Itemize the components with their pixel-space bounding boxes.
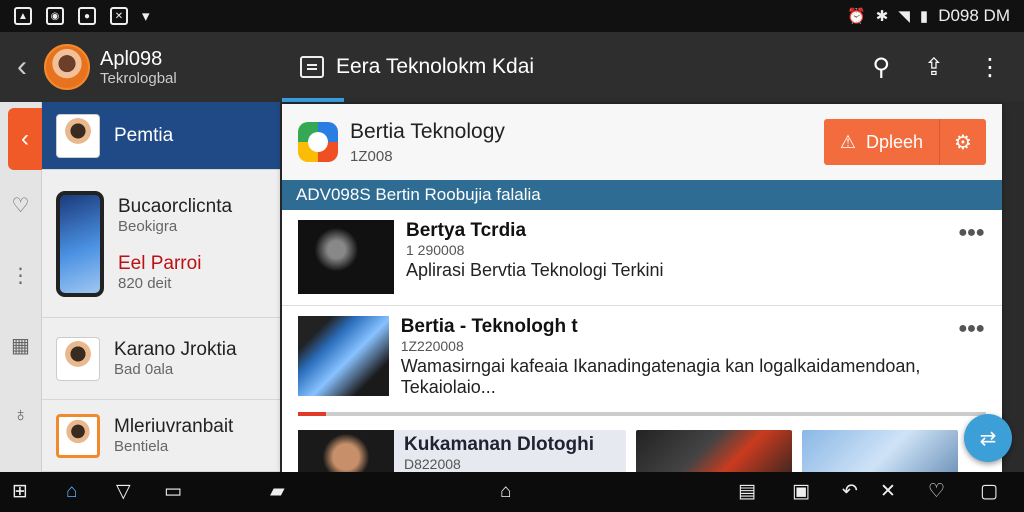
- wifi-icon: ◥: [898, 8, 910, 25]
- sidebar-item-label: Bucaorclicnta: [118, 195, 233, 217]
- signal-icon: ▮: [919, 8, 929, 25]
- phone-image: [56, 190, 104, 297]
- video-icon: ●: [78, 7, 96, 25]
- sidebar-item-extra-sub: 820 deit: [118, 274, 172, 292]
- card-image[interactable]: [636, 430, 792, 472]
- camera-icon[interactable]: ▰: [270, 480, 285, 504]
- back-icon[interactable]: ↶: [842, 480, 858, 504]
- swap-fab-button[interactable]: ⇄: [964, 414, 1012, 462]
- collapse-button[interactable]: ‹: [8, 108, 42, 170]
- avatar: [56, 336, 100, 381]
- settings-icon[interactable]: ⚙: [940, 130, 986, 155]
- heart-icon[interactable]: ♡: [0, 170, 41, 240]
- section-banner: ADV098S Bertin Roobujia falalia: [282, 180, 1002, 210]
- swap-icon: ⇄: [979, 427, 997, 450]
- pin-icon[interactable]: ♁: [0, 380, 41, 450]
- item-number: 1Z220008: [400, 338, 464, 354]
- more-vertical-icon[interactable]: ⋮: [978, 53, 1002, 82]
- progress-bar: [298, 412, 986, 416]
- sidebar-item-2[interactable]: Karano Jroktia Bad 0ala: [42, 318, 280, 400]
- app-header: Bertia Teknology 1Z008 ⚠ Dpleeh ⚙: [282, 104, 1002, 180]
- sidebar-item-subtitle: Bentiela: [114, 438, 169, 455]
- profile-name: Apl098: [100, 47, 163, 70]
- home-icon[interactable]: ⌂: [66, 480, 77, 504]
- sidebar-item-label: Mleriuvranbait: [114, 416, 234, 437]
- app-name: Bertia Teknology: [350, 119, 505, 143]
- app-logo-icon: [298, 122, 338, 162]
- chevron-left-icon: ‹: [21, 125, 29, 152]
- update-button[interactable]: ⚠ Dpleeh ⚙: [823, 119, 986, 165]
- photo-icon: ◉: [46, 7, 64, 25]
- item-title: Bertya Tcrdia: [406, 220, 527, 241]
- share-icon: ✕: [110, 7, 128, 25]
- side-strip: ‹ ♡ ⋮ ▦ ♁: [0, 102, 42, 472]
- profile[interactable]: Apl098 Tekrologbal: [44, 44, 282, 90]
- bluetooth-icon: ✱: [875, 8, 889, 25]
- square-icon[interactable]: ▢: [980, 480, 998, 504]
- sidebar-item-label: Karano Jroktia: [114, 339, 237, 360]
- title-tab[interactable]: Eera Teknolokm Kdai: [282, 32, 534, 102]
- tools-icon[interactable]: ✕: [880, 480, 896, 504]
- search-icon[interactable]: ⚲: [872, 53, 890, 82]
- sidebar-item-0[interactable]: Pemtia: [42, 102, 280, 170]
- more-vertical-icon[interactable]: ⋮: [0, 240, 41, 310]
- status-bar: ▲ ◉ ● ✕ ▾ ⏰ ✱ ◥ ▮ D098 DM: [0, 0, 1024, 32]
- item-description: Aplirasi Bervtia Teknologi Terkini: [406, 260, 664, 280]
- card-subtitle: D822008: [404, 456, 461, 472]
- sidebar-item-subtitle: Beokigra: [118, 217, 178, 235]
- sidebar-item-extra: Eel Parroi: [118, 252, 202, 274]
- sidebar-item-subtitle: Bad 0ala: [114, 361, 174, 378]
- message-icon: [300, 56, 324, 78]
- chevron-left-icon: ‹: [17, 50, 27, 83]
- update-label: Dpleeh: [865, 131, 923, 152]
- windows-icon[interactable]: ⊞: [12, 480, 28, 504]
- page-title: Eera Teknolokm Kdai: [336, 55, 535, 78]
- share-icon[interactable]: ⇪: [924, 53, 944, 82]
- navigation-bar: ⊞ ⌂ ▽ ▭ ▰ ⌂ ▤ ▣ ↶ ✕ ♡ ▢: [0, 472, 1024, 512]
- item-thumbnail: [298, 220, 394, 294]
- progress-fill: [298, 412, 326, 416]
- grid-icon[interactable]: ▦: [0, 310, 41, 380]
- card-title: Kukamanan Dlotoghi: [404, 434, 595, 455]
- profile-subtitle: Tekrologbal: [100, 69, 177, 87]
- sidebar-item-3[interactable]: Mleriuvranbait Bentiela: [42, 400, 280, 472]
- avatar: [56, 413, 100, 458]
- back-button[interactable]: ‹: [0, 32, 44, 102]
- sidebar-item-1[interactable]: Bucaorclicnta Beokigra Eel Parroi 820 de…: [42, 170, 280, 318]
- app-id: 1Z008: [350, 147, 393, 165]
- window-icon[interactable]: ▭: [164, 480, 182, 504]
- card[interactable]: Kukamanan Dlotoghi D822008: [298, 430, 626, 472]
- card-row: Kukamanan Dlotoghi D822008: [282, 416, 1002, 472]
- list-item[interactable]: Bertia - Teknologh t 1Z220008 Wamasirnga…: [282, 306, 1002, 412]
- chevron-down-icon: ▾: [142, 8, 150, 25]
- heart-icon[interactable]: ♡: [928, 480, 945, 504]
- item-title: Bertia - Teknologh t: [400, 316, 578, 337]
- home-button-icon[interactable]: ⌂: [500, 480, 511, 504]
- sidebar-item-label: Pemtia: [114, 124, 174, 146]
- sidebar: Pemtia Bucaorclicnta Beokigra Eel Parroi…: [42, 102, 280, 472]
- item-thumbnail: [298, 316, 389, 396]
- card-image[interactable]: [802, 430, 958, 472]
- video-icon[interactable]: ▣: [792, 480, 810, 504]
- more-horizontal-icon[interactable]: ●●●: [958, 224, 985, 242]
- list-item[interactable]: Bertya Tcrdia 1 290008 Aplirasi Bervtia …: [282, 210, 1002, 306]
- item-number: 1 290008: [406, 242, 465, 258]
- more-horizontal-icon[interactable]: ●●●: [958, 320, 985, 338]
- item-description: Wamasirngai kafeaia Ikanadingatenagia ka…: [400, 356, 921, 397]
- warning-icon: ⚠: [839, 131, 856, 152]
- filter-icon[interactable]: ▽: [116, 480, 131, 504]
- avatar: [56, 113, 100, 158]
- avatar: [44, 44, 90, 90]
- alarm-icon: ⏰: [847, 8, 866, 25]
- card-thumbnail: [298, 430, 394, 472]
- image-icon: ▲: [14, 7, 32, 25]
- browser-icon[interactable]: ▤: [738, 480, 756, 504]
- main-panel: Bertia Teknology 1Z008 ⚠ Dpleeh ⚙ ADV098…: [282, 104, 1002, 472]
- app-bar: ‹ Apl098 Tekrologbal Eera Teknolokm Kdai…: [0, 32, 1024, 102]
- status-time: D098 DM: [938, 6, 1010, 25]
